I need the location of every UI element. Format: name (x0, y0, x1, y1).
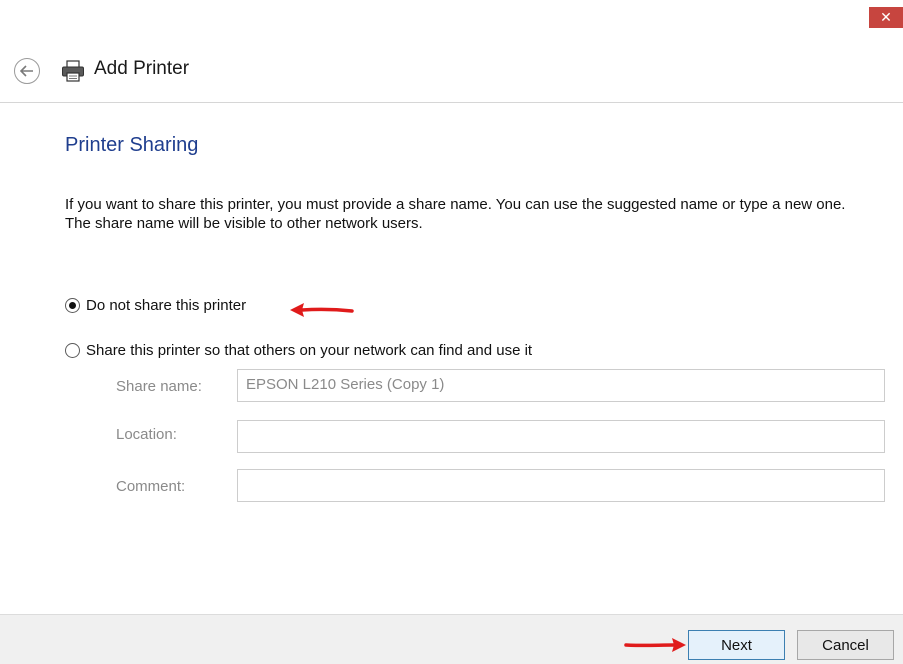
page-heading: Printer Sharing (65, 134, 199, 156)
share-printer-radio[interactable] (65, 343, 80, 358)
back-button[interactable] (14, 58, 40, 84)
location-input[interactable] (237, 420, 885, 453)
window-title: Add Printer (94, 58, 190, 79)
share-name-input[interactable]: EPSON L210 Series (Copy 1) (237, 369, 885, 402)
share-printer-option[interactable]: Share this printer so that others on you… (65, 342, 532, 359)
red-arrow-icon (624, 638, 686, 652)
close-icon: ✕ (880, 9, 892, 26)
next-button[interactable]: Next (688, 630, 785, 660)
comment-input[interactable] (237, 469, 885, 502)
location-label: Location: (116, 426, 177, 443)
cancel-button[interactable]: Cancel (797, 630, 894, 660)
title-bar: ✕ (0, 0, 903, 36)
close-button[interactable]: ✕ (869, 7, 903, 28)
do-not-share-radio[interactable] (65, 298, 80, 313)
back-arrow-icon (20, 65, 33, 77)
share-name-label: Share name: (116, 378, 202, 395)
do-not-share-option[interactable]: Do not share this printer (65, 297, 246, 314)
do-not-share-label: Do not share this printer (86, 297, 247, 314)
add-printer-window: ✕ Add Printer Printer Sharing If you wan… (0, 0, 903, 664)
comment-label: Comment: (116, 478, 186, 495)
instructions-text: If you want to share this printer, you m… (65, 196, 846, 232)
red-arrow-icon (290, 303, 354, 317)
wizard-header: Add Printer (0, 36, 903, 103)
wizard-footer: Next Cancel (0, 614, 903, 664)
printer-icon (62, 60, 84, 82)
share-printer-label: Share this printer so that others on you… (86, 342, 533, 359)
